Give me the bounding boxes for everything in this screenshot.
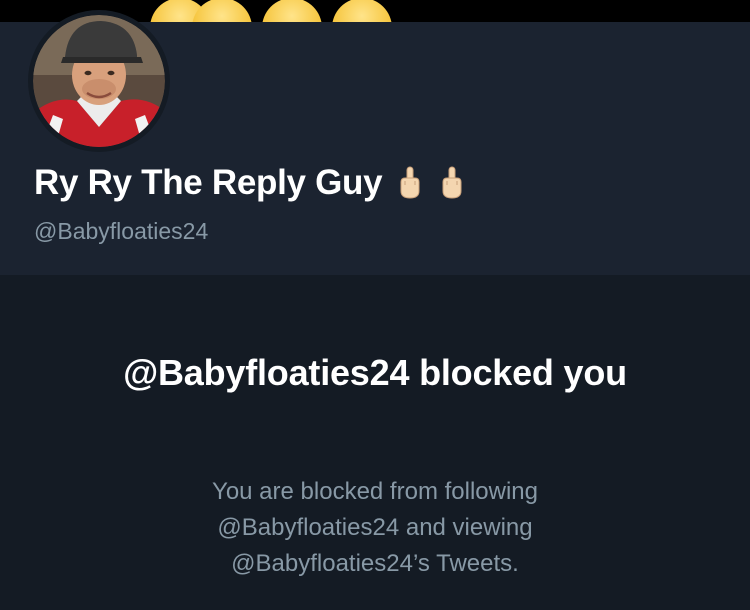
blocked-title: @Babyfloaties24 blocked you bbox=[123, 352, 627, 393]
blocked-notice: @Babyfloaties24 blocked you You are bloc… bbox=[0, 275, 750, 610]
profile-photo-avatar bbox=[33, 15, 165, 147]
middle-finger-emoji-icon bbox=[438, 165, 466, 201]
emoji-face-icon bbox=[192, 0, 252, 22]
profile-header: Ry Ry The Reply Guy @Babyfloaties24 bbox=[0, 10, 750, 275]
blocked-description: You are blocked from following @Babyfloa… bbox=[212, 478, 538, 577]
avatar[interactable] bbox=[28, 10, 170, 152]
middle-finger-emoji-icon bbox=[396, 165, 424, 201]
display-name-row: Ry Ry The Reply Guy bbox=[34, 161, 466, 205]
profile-handle: @Babyfloaties24 bbox=[34, 218, 209, 244]
emoji-face-icon bbox=[262, 0, 322, 22]
display-name: Ry Ry The Reply Guy bbox=[34, 163, 383, 202]
emoji-face-icon bbox=[332, 0, 392, 22]
